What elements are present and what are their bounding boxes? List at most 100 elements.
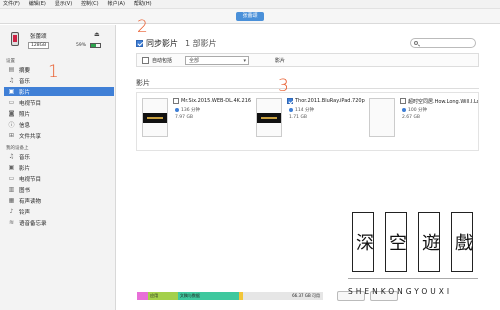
movie-checkbox[interactable]: [287, 98, 293, 104]
movie-item[interactable]: 超时空同居.How.Long.Will.I.Love.U.2018 100 分钟…: [367, 96, 478, 148]
sidebar-item-label: 有声读物: [19, 198, 42, 205]
book-icon: ▥: [8, 186, 15, 193]
dot-icon: [175, 108, 179, 112]
movie-item[interactable]: Mr.Six.2015.WEB-DL.4K.2160P.H264.AAC-See…: [140, 96, 251, 148]
storage-segment: 66.37 GB 可用: [243, 292, 323, 300]
movie-checkbox[interactable]: [400, 98, 406, 104]
auto-include-row: 自动包括 全部 影片: [136, 53, 479, 67]
device-capacity: 128GB: [28, 42, 50, 49]
menu-edit[interactable]: 编辑(E): [29, 0, 46, 9]
watermark-latin: SHENKONGYOUXI: [348, 287, 453, 296]
sidebar-item-device-ringtones[interactable]: ♪ 铃声: [4, 207, 114, 216]
storage-segment: 文稿与数据: [177, 292, 240, 300]
sidebar-item-label: 铃声: [19, 209, 31, 216]
storage-bar: 应用 文稿与数据 66.37 GB 可用: [137, 292, 323, 300]
watermark-glyph-box: 戲: [451, 212, 473, 272]
sidebar-item-label: 影片: [19, 89, 31, 96]
menu-file[interactable]: 文件(F): [3, 0, 20, 9]
sidebar-item-label: 电视节目: [19, 176, 42, 183]
summary-icon: ▤: [8, 66, 15, 73]
annotation-1: 1: [48, 62, 59, 82]
movie-grid: Mr.Six.2015.WEB-DL.4K.2160P.H264.AAC-See…: [136, 92, 479, 151]
film-icon: ▣: [8, 88, 15, 95]
device-button[interactable]: 张蕾颂: [236, 12, 264, 21]
watermark-logo: 深 空 遊 戲 SHENKONGYOUXI: [348, 210, 478, 306]
sync-movies-row: 同步影片 1 部影片: [136, 38, 217, 49]
section-divider: [136, 88, 479, 89]
movie-title: Thor.2011.BluRay.iPad.720p.AAC.x264-CHDP…: [295, 98, 365, 104]
sidebar-item-label: 音乐: [19, 78, 31, 85]
movie-size: 1.71 GB: [289, 115, 308, 120]
sidebar-item-tv[interactable]: ▭ 电视节目: [4, 98, 114, 107]
sidebar-item-device-voice-memos[interactable]: ≋ 语音备忘录: [4, 218, 114, 227]
tv-icon: ▭: [8, 99, 15, 106]
sidebar-item-device-audiobooks[interactable]: ▦ 有声读物: [4, 196, 114, 205]
auto-include-select[interactable]: 全部: [185, 56, 249, 65]
itunes-window: 文件(F) 编辑(E) 显示(V) 控制(C) 帐户(A) 帮助(H) 张蕾颂 …: [0, 0, 500, 310]
watermark-glyph-box: 深: [352, 212, 374, 272]
sidebar-item-device-books[interactable]: ▥ 图书: [4, 185, 114, 194]
auto-include-checkbox[interactable]: [142, 57, 149, 64]
dot-icon: [402, 108, 406, 112]
sidebar-item-label: 照片: [19, 111, 31, 118]
sidebar-item-summary[interactable]: ▤ 摘要: [4, 65, 114, 74]
menu-help[interactable]: 帮助(H): [134, 0, 152, 9]
title-bar: 张蕾颂: [0, 9, 500, 24]
sidebar-item-music[interactable]: ♫ 音乐: [4, 76, 114, 85]
menu-bar: 文件(F) 编辑(E) 显示(V) 控制(C) 帐户(A) 帮助(H): [0, 0, 500, 9]
sidebar-item-label: 语音备忘录: [19, 220, 47, 227]
sidebar-item-label: 音乐: [19, 154, 31, 161]
movie-duration-text: 100 分钟: [408, 108, 428, 113]
movie-poster: [369, 98, 395, 137]
eject-icon[interactable]: ⏏: [94, 31, 100, 38]
movie-poster: [142, 98, 168, 137]
apps-icon: ⊞: [8, 132, 15, 139]
storage-segment: [137, 292, 149, 300]
sidebar-item-label: 文件共享: [19, 133, 42, 140]
camera-icon: ◙: [8, 110, 15, 117]
menu-account[interactable]: 帐户(A): [108, 0, 125, 9]
movies-section-title: 影片: [136, 79, 150, 87]
sidebar-item-device-movies[interactable]: ▣ 影片: [4, 163, 114, 172]
battery-icon: [90, 43, 101, 48]
device-header[interactable]: 张蕾颂 ⏏ 128GB 59%: [8, 30, 113, 58]
sidebar-item-info[interactable]: ⓘ 信息: [4, 120, 114, 129]
bell-icon: ♪: [9, 208, 14, 215]
movie-size: 2.67 GB: [402, 115, 421, 120]
search-input[interactable]: [410, 38, 476, 48]
sidebar-item-file-sharing[interactable]: ⊞ 文件共享: [4, 131, 114, 140]
battery-percent: 59%: [76, 43, 87, 48]
sidebar-item-device-tv[interactable]: ▭ 电视节目: [4, 174, 114, 183]
sidebar-item-label: 图书: [19, 187, 31, 194]
sync-movies-checkbox[interactable]: [136, 40, 143, 47]
info-icon: ⓘ: [8, 122, 15, 129]
iphone-icon: [11, 32, 19, 46]
movie-duration-text: 114 分钟: [295, 108, 315, 113]
device-name: 张蕾颂: [30, 34, 47, 40]
sidebar-item-label: 摘要: [19, 67, 31, 74]
settings-section-title: 设置: [6, 59, 15, 64]
movie-checkbox[interactable]: [173, 98, 179, 104]
movie-size: 7.97 GB: [175, 115, 194, 120]
movie-title: 超时空同居.How.Long.Will.I.Love.U.2018: [408, 99, 478, 105]
movie-duration-text: 136 分钟: [181, 108, 201, 113]
sidebar-item-label: 电视节目: [19, 100, 42, 107]
watermark-glyph-box: 空: [385, 212, 407, 272]
movie-item[interactable]: Thor.2011.BluRay.iPad.720p.AAC.x264-CHDP…: [254, 96, 365, 148]
movie-title: Mr.Six.2015.WEB-DL.4K.2160P.H264.AAC-See…: [181, 98, 251, 104]
auto-include-label: 自动包括: [152, 58, 173, 64]
watermark-glyph-box: 遊: [418, 212, 440, 272]
annotation-2: 2: [137, 17, 148, 37]
sidebar-item-label: 信息: [19, 122, 31, 129]
sync-count: 1 部影片: [185, 39, 217, 48]
voice-memo-icon: ≋: [8, 219, 15, 226]
sidebar-item-photos[interactable]: ◙ 照片: [4, 109, 114, 118]
sidebar-item-movies[interactable]: ▣ 影片: [4, 87, 114, 96]
storage-segment: 应用: [148, 292, 178, 300]
menu-view[interactable]: 显示(V): [55, 0, 72, 9]
menu-controls[interactable]: 控制(C): [81, 0, 98, 9]
movie-duration: 136 分钟: [175, 107, 200, 113]
sidebar-item-device-music[interactable]: ♫ 音乐: [4, 152, 114, 161]
tv-icon: ▭: [8, 175, 15, 182]
movie-poster: [256, 98, 282, 137]
